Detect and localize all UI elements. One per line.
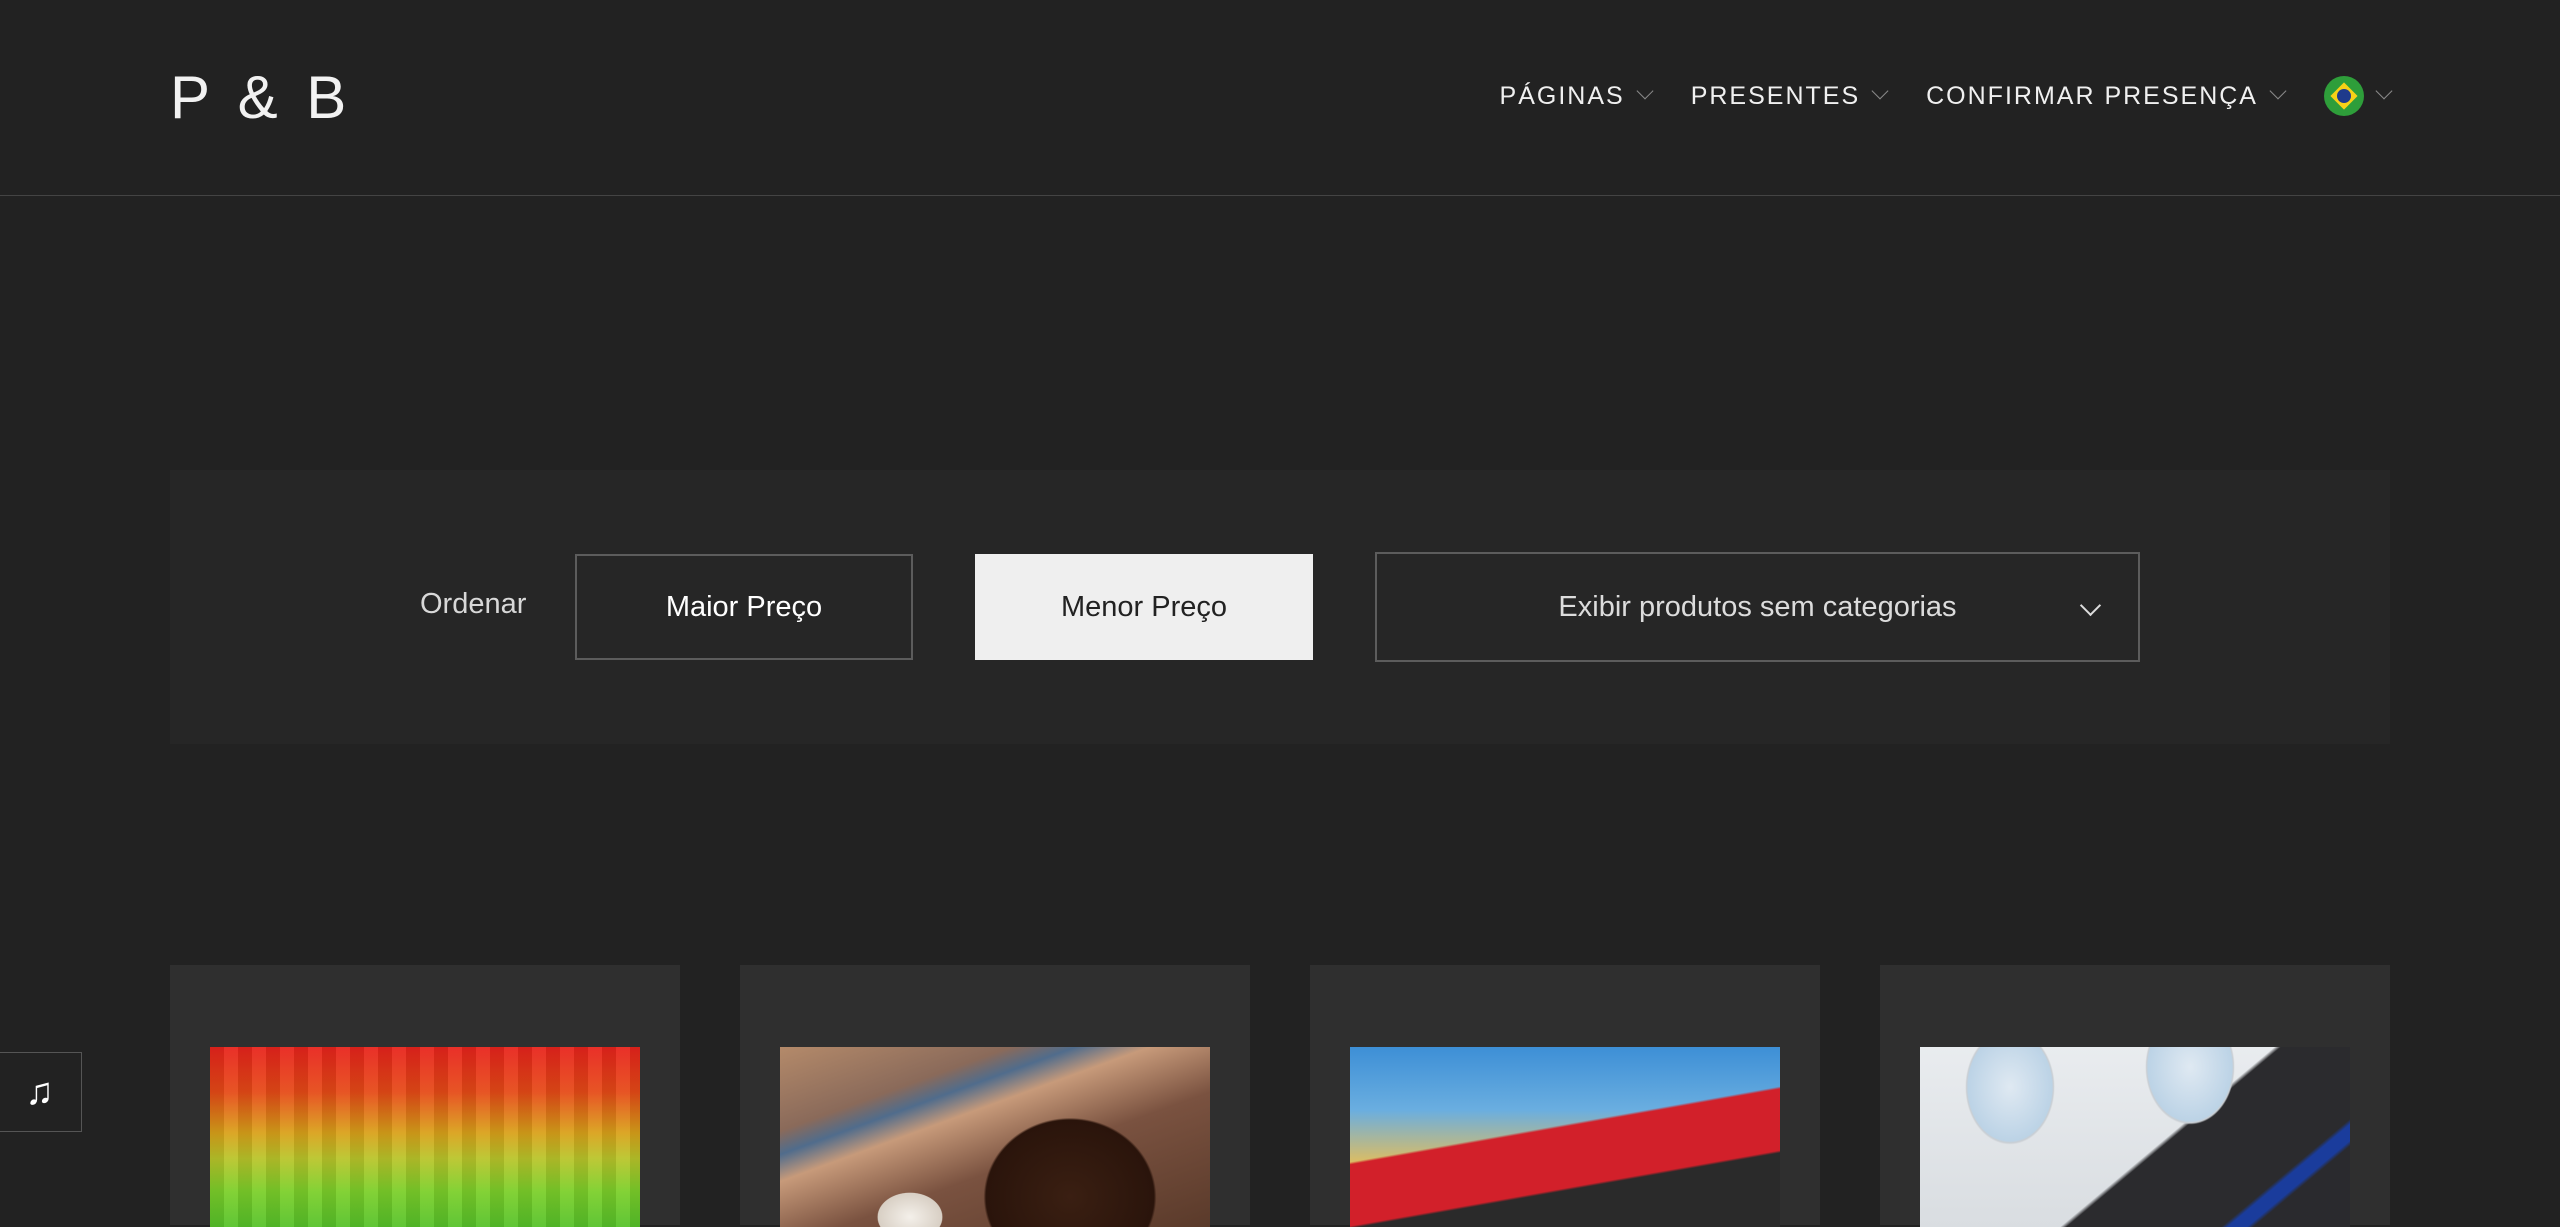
product-card[interactable] (1310, 965, 1820, 1227)
nav-item-label: PÁGINAS (1499, 81, 1625, 110)
lowest-price-button[interactable]: Menor Preço (975, 554, 1313, 660)
category-select-value: Exibir produtos sem categorias (1558, 590, 1957, 623)
chevron-down-icon (1871, 82, 1889, 100)
product-card[interactable] (170, 965, 680, 1227)
music-note-icon: ♫ (25, 1070, 54, 1113)
nav-item-presentes[interactable]: PRESENTES (1690, 81, 1889, 111)
language-selector[interactable] (2324, 76, 2393, 116)
chevron-down-icon (2375, 82, 2393, 100)
nav-item-confirmar-presenca[interactable]: CONFIRMAR PRESENÇA (1926, 81, 2287, 111)
nav-item-paginas[interactable]: PÁGINAS (1499, 81, 1654, 111)
product-image-train[interactable] (1350, 1047, 1780, 1227)
product-image-rainbow[interactable] (210, 1047, 640, 1227)
main-nav: PÁGINAS PRESENTES CONFIRMAR PRESENÇA (1460, 76, 2393, 116)
highest-price-button[interactable]: Maior Preço (575, 554, 913, 660)
nav-item-label: PRESENTES (1690, 81, 1861, 110)
chevron-down-icon (1636, 82, 1654, 100)
music-toggle-button[interactable]: ♫ (0, 1052, 82, 1132)
site-header: P & B PÁGINAS PRESENTES CONFIRMAR PRESEN… (0, 0, 2560, 196)
category-select[interactable]: Exibir produtos sem categorias (1375, 552, 2140, 662)
brazil-flag-icon (2324, 76, 2364, 116)
product-image-brigadeiro[interactable] (780, 1047, 1210, 1227)
filter-panel: Ordenar Maior Preço Menor Preço Exibir p… (170, 470, 2390, 744)
product-card[interactable] (740, 965, 1250, 1227)
sort-label: Ordenar (420, 588, 527, 620)
product-card[interactable] (1880, 965, 2390, 1227)
chevron-down-icon (2269, 82, 2287, 100)
nav-item-label: CONFIRMAR PRESENÇA (1926, 81, 2258, 110)
product-image-airplane[interactable] (1920, 1047, 2350, 1227)
site-logo[interactable]: P & B (170, 62, 352, 134)
chevron-down-icon (2079, 594, 2102, 617)
